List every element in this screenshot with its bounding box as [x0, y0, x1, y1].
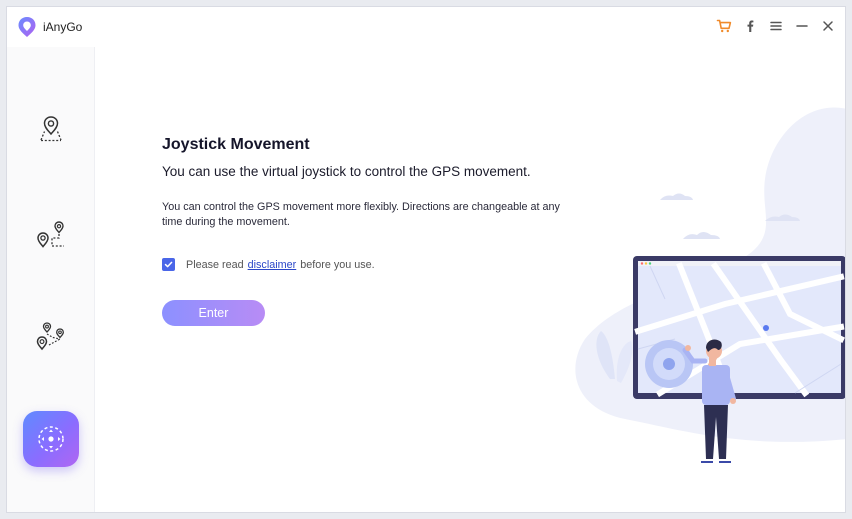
sidebar-item-teleport[interactable]: [23, 101, 79, 157]
cart-icon: [716, 19, 732, 33]
two-spot-route-icon: [37, 221, 64, 248]
joystick-illustration: [575, 107, 845, 463]
facebook-icon: [747, 20, 754, 32]
page-title: Joystick Movement: [162, 136, 310, 153]
sidebar-item-two-spot[interactable]: [23, 207, 79, 263]
minimize-button[interactable]: [791, 15, 813, 37]
menu-button[interactable]: [765, 15, 787, 37]
disclaimer-link[interactable]: disclaimer: [248, 259, 297, 271]
mode-sidebar: [7, 47, 95, 512]
checkmark-icon: [164, 261, 173, 268]
app-window: iAnyGo Joystick Movement You can use the…: [6, 6, 846, 513]
window-controls: [713, 15, 839, 37]
close-button[interactable]: [817, 15, 839, 37]
facebook-button[interactable]: [739, 15, 761, 37]
sidebar-item-joystick[interactable]: [23, 411, 79, 467]
page-subtitle: You can use the virtual joystick to cont…: [162, 164, 531, 179]
joystick-icon: [38, 426, 64, 452]
disclaimer-checkbox[interactable]: [162, 258, 175, 271]
disclaimer-row: Please read disclaimer before you use.: [162, 258, 375, 271]
teleport-location-icon: [40, 116, 62, 142]
cart-button[interactable]: [713, 15, 735, 37]
multi-spot-route-icon: [36, 322, 64, 351]
menu-icon: [770, 21, 782, 31]
sidebar-item-multi-spot[interactable]: [23, 309, 79, 365]
app-title: iAnyGo: [43, 20, 83, 34]
close-icon: [823, 21, 833, 31]
main-panel: Joystick Movement You can use the virtua…: [96, 47, 845, 512]
enter-button[interactable]: Enter: [162, 300, 265, 326]
page-description: You can control the GPS movement more fl…: [162, 201, 560, 228]
title-bar: iAnyGo: [7, 7, 845, 47]
disclaimer-prefix: Please read: [186, 258, 244, 271]
disclaimer-suffix: before you use.: [300, 258, 375, 271]
minimize-icon: [796, 25, 808, 27]
app-logo-icon: [18, 17, 36, 37]
